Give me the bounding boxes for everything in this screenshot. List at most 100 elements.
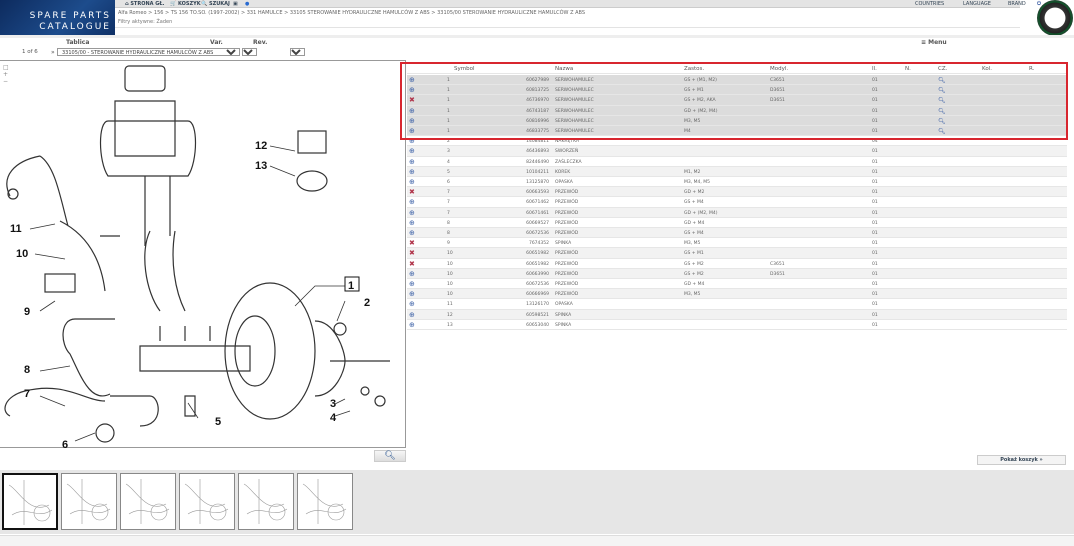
unavailable-cart-icon[interactable]: ✖ [409,249,418,257]
table-row[interactable]: ⊕ 10 60672536 PRZEWÓD GD + M4 01 [407,279,1067,290]
table-row[interactable]: ⊕ 10 60663990 PRZEWÓD GS + M2 D3651 01 [407,268,1067,279]
diagram-thumbnail[interactable] [2,473,58,530]
table-row[interactable]: ✖ 10 60651982 PRZEWÓD GS + M1 01 [407,248,1067,259]
print-icon[interactable]: ▣ [233,1,238,7]
part-name: PRZEWÓD [555,251,579,257]
add-to-cart-icon[interactable]: ⊕ [409,321,418,329]
usage-cell: M3, M4, M5 [684,180,710,185]
callout-1[interactable]: 1 [348,280,354,292]
table-row[interactable]: ✖ 9 7674352 SPINKA M3, M5 01 [407,238,1067,249]
var-select[interactable]: 1 [242,48,257,56]
part-number[interactable]: 82446490 [507,160,549,165]
cart-link[interactable]: 🛒 KOSZYK [170,1,201,7]
callout-7[interactable]: 7 [24,388,30,400]
tablica-select[interactable]: 33105/00 - STEROWANIE HYDRAULICZNE HAMUL… [57,48,240,56]
language-link[interactable]: LANGUAGE [963,1,991,7]
symbol-cell: 4 [447,159,450,165]
table-row[interactable]: ✖ 7 60663593 PRZEWÓD GD + M2 01 [407,187,1067,198]
spare-parts-logo[interactable]: SPARE PARTS CATALOGUE [0,0,115,35]
table-row[interactable]: ⊕ 3 46436893 SWORZEŃ 01 [407,146,1067,157]
table-row[interactable]: ⊕ 5 10104211 KOREK M1, M2 01 [407,166,1067,177]
part-number[interactable]: 60671461 [507,211,549,216]
callout-3[interactable]: 3 [330,398,336,410]
add-to-cart-icon[interactable]: ⊕ [409,311,418,319]
callout-4[interactable]: 4 [330,412,337,424]
cart-label: KOSZYK [177,1,201,7]
add-to-cart-icon[interactable]: ⊕ [409,198,418,206]
add-to-cart-icon[interactable]: ⊕ [409,178,418,186]
part-number[interactable]: 60598521 [507,313,549,318]
alfa-romeo-logo[interactable] [1037,0,1073,36]
callout-2[interactable]: 2 [364,297,370,309]
add-to-cart-icon[interactable]: ⊕ [409,168,418,176]
part-number[interactable]: 60671462 [507,200,549,205]
part-number[interactable]: 13125870 [507,180,549,185]
unavailable-cart-icon[interactable]: ✖ [409,239,418,247]
breadcrumb[interactable]: Alfa Romeo > 156 > TS 156 TO.SO. (1997-2… [118,10,585,16]
table-row[interactable]: ⊕ 10 60666969 PRZEWÓD M3, M5 01 [407,289,1067,300]
diagram-thumbnail[interactable] [297,473,353,530]
diagram-thumbnail[interactable] [179,473,235,530]
table-row[interactable]: ⊕ 8 60669527 PRZEWÓD GD + M4 01 [407,218,1067,228]
next-arrow[interactable]: » [51,49,55,56]
table-row[interactable]: ⊕ 11 13126170 OPASKA 01 [407,299,1067,310]
show-basket-button[interactable]: Pokaż koszyk » [977,455,1066,465]
callout-6[interactable]: 6 [62,439,68,451]
help-icon[interactable]: ● [245,1,249,7]
part-number[interactable]: 60672536 [507,282,549,287]
zoom-out-icon[interactable]: − [3,78,11,85]
part-number[interactable]: 60663990 [507,272,549,277]
part-number[interactable]: 60669527 [507,221,549,226]
diagram-thumbnail[interactable] [238,473,294,530]
part-number[interactable]: 46436893 [507,149,549,154]
fit-icon[interactable]: □ [3,64,11,71]
table-row[interactable]: ✖ 10 60651982 PRZEWÓD GS + M2 C3651 01 [407,259,1067,269]
unavailable-cart-icon[interactable]: ✖ [409,188,418,196]
part-number[interactable]: 10104211 [507,170,549,175]
exploded-parts-diagram[interactable]: 1 2 3 4 5 6 7 8 9 10 11 12 13 [0,60,406,451]
menu-button[interactable]: ≡ Menu [921,39,947,46]
table-row[interactable]: ⊕ 13 60653040 SPINKA 01 [407,320,1067,330]
add-to-cart-icon[interactable]: ⊕ [409,290,418,298]
callout-11[interactable]: 11 [10,223,22,235]
add-to-cart-icon[interactable]: ⊕ [409,147,418,155]
search-link[interactable]: 🔍 SZUKAJ [201,1,230,7]
table-row[interactable]: ⊕ 7 60671461 PRZEWÓD GD + (M2, M4) 01 [407,207,1067,218]
callout-5[interactable]: 5 [215,416,221,428]
part-number[interactable]: 60672536 [507,231,549,236]
brand-link[interactable]: BRAND [1008,1,1026,7]
horizontal-scrollbar[interactable] [0,535,1074,546]
diagram-thumbnail[interactable] [120,473,176,530]
callout-8[interactable]: 8 [24,364,30,376]
part-number[interactable]: 60663593 [507,190,549,195]
table-row[interactable]: ⊕ 12 60598521 SPINKA 01 [407,309,1067,320]
add-to-cart-icon[interactable]: ⊕ [409,209,418,217]
part-number[interactable]: 60651982 [507,262,549,267]
diagram-thumbnail[interactable] [61,473,117,530]
home-link[interactable]: ⌂ STRONA GŁ. [125,1,164,7]
table-row[interactable]: ⊕ 8 60672536 PRZEWÓD GS + M4 01 [407,228,1067,239]
part-number[interactable]: 60653040 [507,323,549,328]
table-row[interactable]: ⊕ 7 60671462 PRZEWÓD GS + M4 01 [407,197,1067,208]
countries-link[interactable]: COUNTRIES [915,1,944,7]
add-to-cart-icon[interactable]: ⊕ [409,219,418,227]
add-to-cart-icon[interactable]: ⊕ [409,229,418,237]
rev-select[interactable]: 0 [290,48,305,56]
callout-9[interactable]: 9 [24,306,30,318]
table-row[interactable]: ⊕ 6 13125870 OPASKA M3, M4, M5 01 [407,177,1067,188]
part-number[interactable]: 60651982 [507,251,549,256]
callout-10[interactable]: 10 [16,248,28,260]
add-to-cart-icon[interactable]: ⊕ [409,280,418,288]
unavailable-cart-icon[interactable]: ✖ [409,260,418,268]
zoom-in-icon[interactable]: + [3,71,11,78]
part-number[interactable]: 60666969 [507,292,549,297]
add-to-cart-icon[interactable]: ⊕ [409,158,418,166]
magnify-button[interactable]: 🔍︎ [374,450,406,462]
add-to-cart-icon[interactable]: ⊕ [409,270,418,278]
callout-13[interactable]: 13 [255,160,267,172]
table-row[interactable]: ⊕ 4 82446490 ZAŚLECZKA 01 [407,157,1067,167]
part-number[interactable]: 13126170 [507,302,549,307]
callout-12[interactable]: 12 [255,140,267,152]
part-number[interactable]: 7674352 [507,241,549,246]
add-to-cart-icon[interactable]: ⊕ [409,300,418,308]
